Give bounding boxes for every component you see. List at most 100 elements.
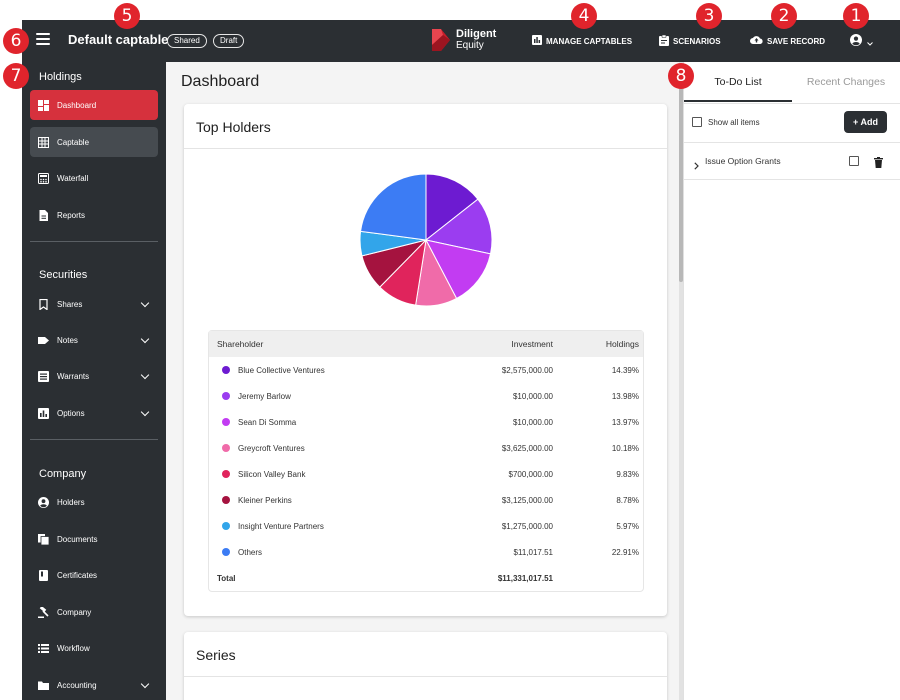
- scenarios-label: SCENARIOS: [673, 37, 721, 46]
- holdings-cell: 14.39%: [611, 365, 639, 375]
- shared-badge: Shared: [167, 34, 207, 48]
- card-divider: [184, 676, 667, 677]
- top-bar: Default captable Shared Draft Diligent Eq…: [22, 20, 900, 62]
- brand-logo[interactable]: Diligent Equity: [430, 29, 496, 51]
- brand-name: Diligent: [456, 28, 497, 40]
- shareholder-cell: Blue Collective Ventures: [209, 366, 449, 375]
- annotation-badge: 5: [114, 3, 140, 29]
- shareholder-name: Sean Di Somma: [238, 417, 297, 427]
- tag-icon: [38, 335, 49, 346]
- column-header-investment: Investment: [511, 339, 553, 349]
- table-row: Greycroft Ventures $3,625,000.00 10.18%: [209, 435, 643, 461]
- annotation-badge: 2: [771, 3, 797, 29]
- user-menu-button[interactable]: [850, 33, 873, 51]
- shareholder-cell: Jeremy Barlow: [209, 392, 449, 401]
- holdings-cell: 13.97%: [611, 417, 639, 427]
- sidebar-item-shares[interactable]: Shares: [30, 289, 158, 319]
- annotation-badge: 7: [3, 63, 29, 89]
- sidebar-item-company[interactable]: Company: [30, 597, 158, 627]
- sidebar-item-workflow[interactable]: Workflow: [30, 633, 158, 663]
- sidebar-item-reports[interactable]: Reports: [30, 200, 158, 230]
- shareholder-cell: Silicon Valley Bank: [209, 470, 449, 479]
- show-all-label: Show all items: [708, 118, 760, 127]
- sidebar-item-label: Shares: [57, 299, 83, 309]
- investment-cell: $700,000.00: [508, 469, 554, 479]
- holdings-cell: 9.83%: [616, 469, 639, 479]
- holdings-cell: 10.18%: [611, 443, 639, 453]
- sidebar-item-label: Waterfall: [57, 173, 89, 183]
- tab-recent-changes[interactable]: Recent Changes: [792, 62, 900, 102]
- chart-icon: [38, 407, 49, 419]
- shareholder-cell: Sean Di Somma: [209, 418, 449, 427]
- sidebar-item-certificates[interactable]: Certificates: [30, 560, 158, 590]
- clipboard-icon: [659, 34, 669, 48]
- todo-item-checkbox[interactable]: [849, 156, 859, 166]
- sidebar-item-accounting[interactable]: Accounting: [30, 670, 158, 700]
- holdings-pie-chart: [359, 173, 493, 307]
- sidebar-item-label: Options: [57, 408, 85, 418]
- card-title: Top Holders: [196, 119, 271, 135]
- annotation-badge: 4: [571, 3, 597, 29]
- main-content: Dashboard Top Holders Shareholder Invest…: [166, 62, 682, 700]
- add-todo-button[interactable]: + Add: [844, 111, 887, 133]
- section-title-holdings: Holdings: [39, 71, 82, 83]
- draft-badge: Draft: [213, 34, 245, 48]
- sidebar-item-waterfall[interactable]: Waterfall: [30, 163, 158, 193]
- shareholder-cell: Others: [209, 548, 449, 557]
- page-title: Dashboard: [181, 73, 260, 90]
- sidebar-item-options[interactable]: Options: [30, 398, 158, 428]
- sidebar-item-warrants[interactable]: Warrants: [30, 361, 158, 391]
- series-card: Series: [184, 632, 667, 700]
- column-header-holdings: Holdings: [605, 339, 639, 349]
- right-panel: To-Do List Recent Changes Show all items…: [683, 62, 900, 700]
- todo-item-label: Issue Option Grants: [705, 156, 781, 166]
- sidebar-divider: [30, 439, 158, 440]
- pie-slice-others[interactable]: [360, 173, 427, 241]
- todo-item[interactable]: Issue Option Grants: [684, 142, 900, 180]
- series-color-swatch: [222, 444, 230, 452]
- sidebar-item-dashboard[interactable]: Dashboard: [30, 90, 158, 120]
- menu-icon[interactable]: [36, 33, 50, 47]
- table-row: Sean Di Somma $10,000.00 13.97%: [209, 409, 643, 435]
- show-all-checkbox[interactable]: [692, 117, 702, 127]
- table-total-row: Total $11,331,017.51: [209, 565, 643, 591]
- table-row: Jeremy Barlow $10,000.00 13.98%: [209, 383, 643, 409]
- total-investment: $11,331,017.51: [497, 573, 553, 583]
- chevron-down-icon: [140, 679, 150, 689]
- sidebar-item-label: Company: [57, 607, 92, 617]
- section-title-securities: Securities: [39, 269, 88, 281]
- sidebar-item-notes[interactable]: Notes: [30, 325, 158, 355]
- captable-title: Default captable: [68, 32, 169, 47]
- trash-icon[interactable]: [874, 155, 883, 173]
- chevron-down-icon: [140, 370, 150, 380]
- sidebar-item-documents[interactable]: Documents: [30, 524, 158, 554]
- table-header: Shareholder Investment Holdings: [209, 331, 643, 357]
- scenarios-button[interactable]: SCENARIOS: [659, 34, 721, 48]
- grid-icon: [38, 136, 49, 148]
- sidebar-item-label: Certificates: [57, 570, 98, 580]
- dashboard-icon: [38, 99, 49, 111]
- shareholder-name: Others: [238, 547, 263, 557]
- sidebar-item-holders[interactable]: Holders: [30, 487, 158, 517]
- investment-cell: $10,000.00: [512, 417, 553, 427]
- holders-table: Shareholder Investment Holdings Blue Col…: [208, 330, 644, 592]
- chevron-down-icon: [140, 298, 150, 308]
- investment-cell: $2,575,000.00: [501, 365, 553, 375]
- holdings-cell: 5.97%: [616, 521, 639, 531]
- tab-todo-list[interactable]: To-Do List: [684, 62, 792, 102]
- sidebar-item-captable[interactable]: Captable: [30, 127, 158, 157]
- investment-cell: $3,125,000.00: [501, 495, 553, 505]
- chevron-right-icon[interactable]: [694, 157, 699, 175]
- shareholder-name: Kleiner Perkins: [238, 495, 292, 505]
- sidebar-item-label: Notes: [57, 335, 78, 345]
- shareholder-name: Jeremy Barlow: [238, 391, 291, 401]
- investment-cell: $3,625,000.00: [501, 443, 553, 453]
- section-title-company: Company: [39, 468, 87, 480]
- save-record-button[interactable]: SAVE RECORD: [750, 35, 825, 47]
- total-label: Total: [217, 573, 236, 583]
- document-icon: [38, 209, 49, 221]
- sidebar-item-label: Accounting: [57, 680, 97, 690]
- shareholder-cell: Kleiner Perkins: [209, 496, 449, 505]
- account-circle-icon: [850, 33, 862, 51]
- manage-captables-button[interactable]: MANAGE CAPTABLES: [532, 35, 632, 47]
